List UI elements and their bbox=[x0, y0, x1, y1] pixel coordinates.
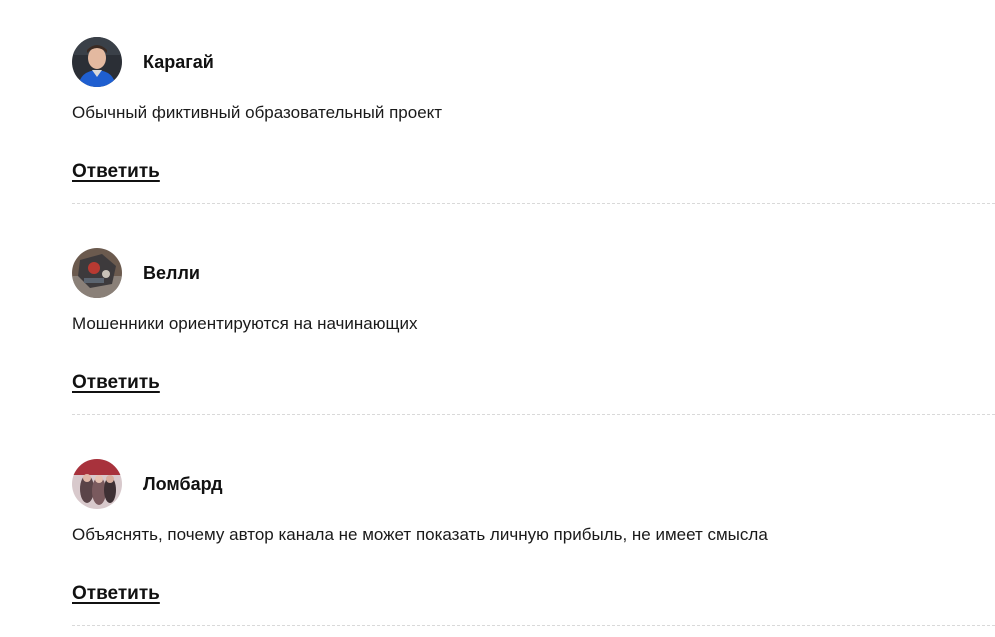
comment-item: Карагай Обычный фиктивный образовательны… bbox=[72, 0, 995, 211]
comment-author[interactable]: Велли bbox=[143, 262, 200, 284]
avatar[interactable] bbox=[72, 37, 122, 87]
reply-link[interactable]: Ответить bbox=[72, 372, 160, 394]
comment-text: Обычный фиктивный образовательный проект bbox=[72, 103, 443, 122]
avatar[interactable] bbox=[72, 459, 122, 509]
comment-header: Велли bbox=[72, 248, 200, 298]
comment-text: Мошенники ориентируются на начинающих bbox=[72, 314, 418, 333]
divider bbox=[72, 203, 995, 204]
avatar[interactable] bbox=[72, 248, 122, 298]
avatar-photo-icon bbox=[72, 37, 122, 87]
comment-header: Ломбард bbox=[72, 459, 223, 509]
comments-list: Карагай Обычный фиктивный образовательны… bbox=[72, 0, 995, 633]
comment-item: Велли Мошенники ориентируются на начинаю… bbox=[72, 211, 995, 422]
comment-header: Карагай bbox=[72, 37, 214, 87]
divider bbox=[72, 625, 995, 626]
reply-link[interactable]: Ответить bbox=[72, 583, 160, 605]
comment-author[interactable]: Карагай bbox=[143, 51, 214, 73]
divider bbox=[72, 414, 995, 415]
reply-link[interactable]: Ответить bbox=[72, 161, 160, 183]
avatar-photo-icon bbox=[72, 248, 122, 298]
avatar-photo-icon bbox=[72, 459, 122, 509]
comment-item: Ломбард Объяснять, почему автор канала н… bbox=[72, 422, 995, 633]
comment-text: Объяснять, почему автор канала не может … bbox=[72, 525, 768, 544]
comment-author[interactable]: Ломбард bbox=[143, 473, 223, 495]
